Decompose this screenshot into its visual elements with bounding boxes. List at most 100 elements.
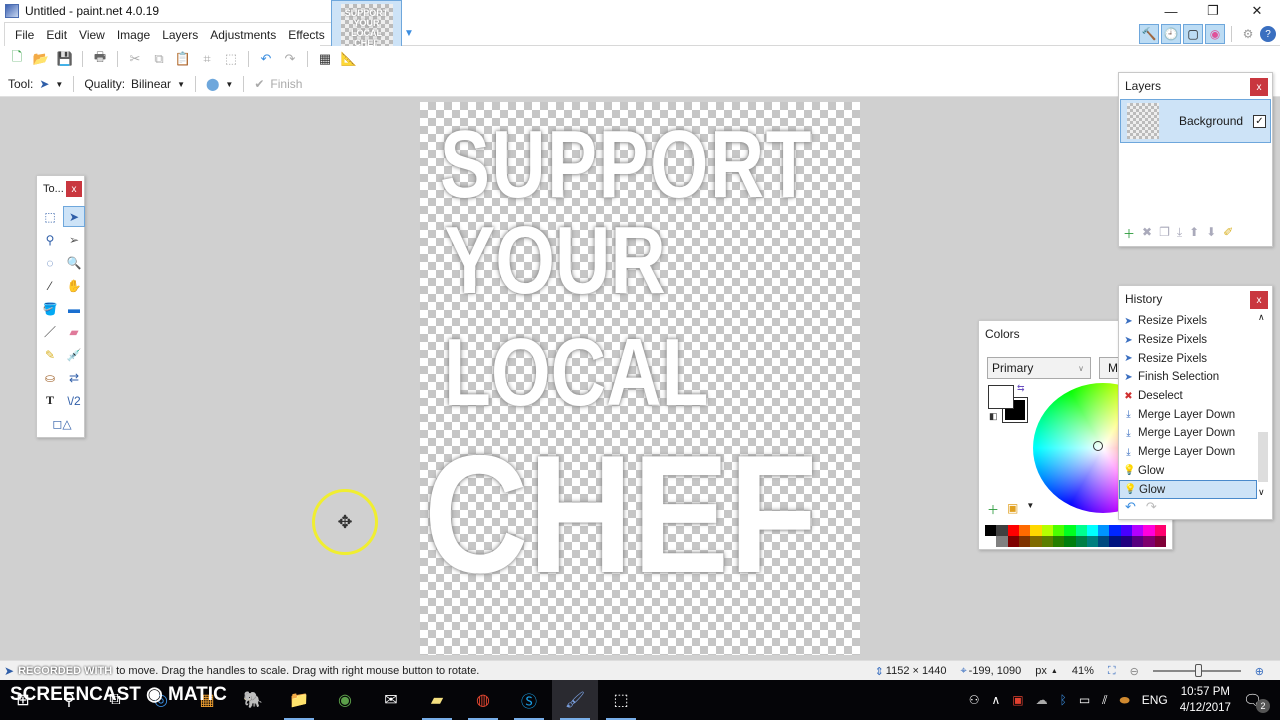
- ellipse-select-icon[interactable]: ◌: [39, 252, 61, 273]
- settings-gear-icon[interactable]: ⚙: [1238, 24, 1258, 44]
- close-button[interactable]: ✕: [1236, 0, 1278, 22]
- history-scroll-thumb[interactable]: [1258, 432, 1268, 482]
- history-item[interactable]: ➤ Resize Pixels: [1119, 331, 1257, 350]
- chrome-icon[interactable]: ◍: [460, 680, 506, 720]
- print-icon[interactable]: 🖶: [89, 48, 111, 70]
- palette-swatch[interactable]: [1018, 525, 1031, 536]
- cut-icon[interactable]: ✂: [124, 48, 146, 70]
- menu-layers[interactable]: Layers: [156, 23, 204, 46]
- palette-swatch[interactable]: [1109, 536, 1121, 547]
- undo-icon[interactable]: ↶: [255, 48, 277, 70]
- open-icon[interactable]: 📂: [30, 48, 52, 70]
- zoom-out-icon[interactable]: ⊖: [1130, 665, 1139, 678]
- units-select[interactable]: px: [1035, 665, 1047, 677]
- palette-swatch[interactable]: [1086, 536, 1099, 547]
- palette-swatch[interactable]: [1120, 536, 1133, 547]
- gradient-icon[interactable]: ▬: [63, 298, 85, 319]
- rectangle-select-icon[interactable]: ⬚: [39, 206, 61, 227]
- layers-close-button[interactable]: x: [1250, 78, 1268, 96]
- primary-color-swatch[interactable]: [988, 385, 1014, 409]
- zoom-level[interactable]: 41%: [1072, 665, 1094, 677]
- menu-adjustments[interactable]: Adjustments: [204, 23, 282, 46]
- units-dropdown-icon[interactable]: ▲: [1051, 668, 1058, 675]
- palette-menu-icon[interactable]: ▣: [1007, 501, 1018, 518]
- copy-icon[interactable]: ⧉: [148, 48, 170, 70]
- zoom-slider[interactable]: [1152, 664, 1241, 677]
- image-list-dropdown-icon[interactable]: ▼: [404, 28, 414, 39]
- layers-window-toggle-icon[interactable]: ▢: [1183, 24, 1203, 44]
- maximize-button[interactable]: ❐: [1192, 0, 1234, 22]
- menu-view[interactable]: View: [73, 23, 111, 46]
- palette-swatch[interactable]: [1041, 536, 1053, 547]
- add-palette-color-icon[interactable]: ＋: [987, 501, 999, 518]
- color-picker-icon[interactable]: 💉: [63, 344, 85, 365]
- eraser-icon[interactable]: ▰: [63, 321, 85, 342]
- scroll-down-icon[interactable]: ∨: [1258, 487, 1265, 498]
- recolor-icon[interactable]: ⇄: [63, 367, 85, 388]
- zoom-slider-knob[interactable]: [1194, 664, 1202, 677]
- palette-swatch[interactable]: [1007, 525, 1019, 536]
- history-item[interactable]: ➤ Resize Pixels: [1119, 312, 1257, 331]
- language-indicator[interactable]: ENG: [1142, 693, 1168, 707]
- scroll-up-icon[interactable]: ∧: [1258, 312, 1265, 323]
- palette-swatch[interactable]: [985, 525, 997, 536]
- image-canvas[interactable]: SUPPORT YOUR LOCAL CHEF: [420, 102, 860, 655]
- palette-swatch[interactable]: [1052, 525, 1065, 536]
- history-item[interactable]: ✖ Deselect: [1119, 387, 1257, 406]
- quality-select[interactable]: Bilinear: [131, 77, 171, 91]
- palette-swatch[interactable]: [1030, 525, 1042, 536]
- onedrive-icon[interactable]: ☁: [1036, 693, 1048, 707]
- move-selection-icon[interactable]: ➢: [63, 229, 85, 250]
- menu-file[interactable]: File: [9, 23, 40, 46]
- palette-swatch[interactable]: [1120, 525, 1133, 536]
- layer-visibility-checkbox[interactable]: ✓: [1253, 114, 1266, 128]
- history-item[interactable]: ➤ Resize Pixels: [1119, 349, 1257, 368]
- zoom-in-icon[interactable]: ⊕: [1255, 665, 1264, 678]
- palette-swatch[interactable]: [1075, 536, 1087, 547]
- palette-swatch[interactable]: [1075, 525, 1087, 536]
- tripadvisor-icon[interactable]: ◉: [322, 680, 368, 720]
- show-hidden-icons-icon[interactable]: ∧: [991, 693, 1000, 707]
- history-item[interactable]: ⤓ Merge Layer Down: [1119, 405, 1257, 424]
- history-window-toggle-icon[interactable]: 🕘: [1161, 24, 1181, 44]
- deselect-icon[interactable]: ⬚: [220, 48, 242, 70]
- bluetooth-icon[interactable]: ᛒ: [1060, 693, 1067, 707]
- history-scrollbar[interactable]: ∧ ∨: [1256, 312, 1270, 498]
- paste-icon[interactable]: 📋: [172, 48, 194, 70]
- skype-icon[interactable]: Ⓢ: [506, 680, 552, 720]
- text-tool-icon[interactable]: T: [39, 390, 61, 411]
- lasso-select-icon[interactable]: ⚲: [39, 229, 61, 250]
- redo-icon[interactable]: ↷: [279, 48, 301, 70]
- palette-swatch[interactable]: [996, 536, 1008, 547]
- history-close-button[interactable]: x: [1250, 291, 1268, 309]
- palette-swatch[interactable]: [1143, 536, 1155, 547]
- tools-window-toggle-icon[interactable]: 🔨: [1139, 24, 1159, 44]
- minimize-button[interactable]: —: [1150, 0, 1192, 22]
- paintbrush-icon[interactable]: ／: [39, 321, 61, 342]
- grid-icon[interactable]: ▦: [314, 48, 336, 70]
- palette-swatch[interactable]: [1064, 536, 1076, 547]
- sticky-notes-icon[interactable]: ▰: [414, 680, 460, 720]
- mail-icon[interactable]: ✉: [368, 680, 414, 720]
- current-tool-move-icon[interactable]: ➤: [39, 77, 49, 91]
- palette-swatch[interactable]: [1041, 525, 1053, 536]
- history-item[interactable]: ➤ Finish Selection: [1119, 368, 1257, 387]
- paint-bucket-icon[interactable]: 🪣: [39, 298, 61, 319]
- quality-dropdown-icon[interactable]: ▼: [177, 80, 185, 89]
- history-redo-icon[interactable]: ↷: [1146, 499, 1157, 515]
- menu-edit[interactable]: Edit: [40, 23, 73, 46]
- palette-swatch[interactable]: [1109, 525, 1121, 536]
- palette-swatch[interactable]: [1154, 525, 1166, 536]
- history-item[interactable]: 💡 Glow: [1119, 462, 1257, 481]
- crop-icon[interactable]: ⌗: [196, 48, 218, 70]
- add-layer-icon[interactable]: ＋: [1123, 225, 1135, 242]
- color-palette[interactable]: [985, 525, 1166, 547]
- move-selected-icon[interactable]: ➤: [63, 206, 85, 227]
- move-layer-down-icon[interactable]: ⬇: [1206, 225, 1216, 242]
- palette-swatch[interactable]: [985, 536, 997, 547]
- duplicate-layer-icon[interactable]: ❐: [1159, 225, 1170, 242]
- palette-swatch[interactable]: [1098, 536, 1110, 547]
- palette-swatch[interactable]: [1143, 525, 1155, 536]
- wifi-icon[interactable]: ⫽: [1102, 693, 1107, 708]
- file-explorer-icon[interactable]: 📁: [276, 680, 322, 720]
